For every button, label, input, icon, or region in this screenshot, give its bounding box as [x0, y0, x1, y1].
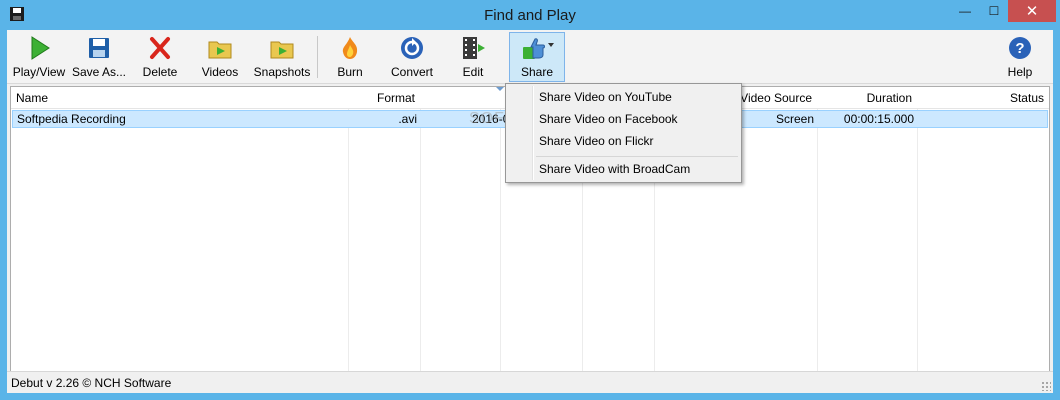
- videos-button[interactable]: Videos: [195, 33, 245, 81]
- menu-item-share-flickr[interactable]: Share Video on Flickr: [539, 130, 654, 152]
- window-title: Find and Play: [484, 7, 576, 24]
- menu-item-share-youtube[interactable]: Share Video on YouTube: [539, 86, 672, 108]
- edit-button[interactable]: Edit: [453, 33, 493, 81]
- burn-button[interactable]: Burn: [327, 33, 373, 81]
- column-divider: [500, 109, 501, 371]
- delete-button[interactable]: Delete: [135, 33, 185, 81]
- film-edit-icon: [463, 37, 485, 59]
- videos-label: Videos: [201, 65, 239, 79]
- share-menu: Share Video on YouTube Share Video on Fa…: [505, 83, 742, 183]
- menu-item-share-broadcam[interactable]: Share Video with BroadCam: [539, 158, 690, 180]
- delete-icon: [150, 37, 170, 59]
- cell-name: Softpedia Recording: [17, 112, 126, 126]
- play-icon: [31, 36, 50, 60]
- toolbar: Play/View Save As... Delete Videos Snaps…: [7, 30, 1053, 84]
- column-divider: [817, 109, 818, 371]
- edit-label: Edit: [462, 65, 484, 79]
- column-header-format[interactable]: Format: [348, 87, 420, 109]
- share-button[interactable]: Share: [509, 32, 565, 82]
- snapshots-button[interactable]: Snapshots: [251, 33, 313, 81]
- resize-grip-icon[interactable]: [1041, 381, 1051, 391]
- column-header-name[interactable]: Name: [11, 87, 348, 109]
- convert-icon: [401, 37, 423, 59]
- status-text: Debut v 2.26 © NCH Software: [11, 376, 172, 390]
- title-bar[interactable]: Find and Play — ☐ ✕: [0, 0, 1060, 30]
- svg-text:?: ?: [1015, 40, 1024, 57]
- help-icon: ?: [1009, 37, 1031, 59]
- column-divider: [917, 109, 918, 371]
- cell-status: [918, 111, 1048, 127]
- close-button[interactable]: ✕: [1008, 0, 1056, 22]
- save-as-label: Save As...: [71, 65, 127, 79]
- save-as-button[interactable]: Save As...: [71, 33, 127, 81]
- videos-folder-icon: [208, 41, 232, 59]
- cell-format: .avi: [398, 112, 417, 126]
- snapshots-folder-icon: [270, 41, 294, 59]
- toolbar-separator: [317, 36, 318, 78]
- minimize-button[interactable]: —: [951, 0, 979, 22]
- convert-button[interactable]: Convert: [387, 33, 437, 81]
- menu-item-share-facebook[interactable]: Share Video on Facebook: [539, 108, 678, 130]
- save-icon: [89, 38, 109, 58]
- play-view-label: Play/View: [12, 65, 66, 79]
- snapshots-label: Snapshots: [253, 65, 311, 79]
- column-header-status[interactable]: Status: [917, 87, 1049, 109]
- column-header-duration[interactable]: Duration: [817, 87, 917, 109]
- maximize-button[interactable]: ☐: [980, 0, 1008, 22]
- column-header-date[interactable]: [420, 87, 500, 109]
- app-window: Find and Play — ☐ ✕ Play/View Save As...: [0, 0, 1060, 400]
- column-divider: [348, 109, 349, 371]
- sort-indicator-icon: [496, 87, 504, 91]
- share-label: Share: [520, 65, 554, 79]
- flame-icon: [342, 37, 358, 59]
- cell-duration: 00:00:15.000: [843, 112, 914, 126]
- burn-label: Burn: [337, 65, 363, 79]
- help-label: Help: [1007, 65, 1033, 79]
- delete-label: Delete: [142, 65, 178, 79]
- play-view-button[interactable]: Play/View: [9, 33, 69, 81]
- status-bar: Debut v 2.26 © NCH Software: [7, 371, 1053, 393]
- help-button[interactable]: ? Help: [1003, 33, 1037, 81]
- convert-label: Convert: [390, 65, 434, 79]
- column-divider: [420, 109, 421, 371]
- menu-separator: [536, 156, 738, 157]
- thumbs-up-icon: [523, 38, 554, 59]
